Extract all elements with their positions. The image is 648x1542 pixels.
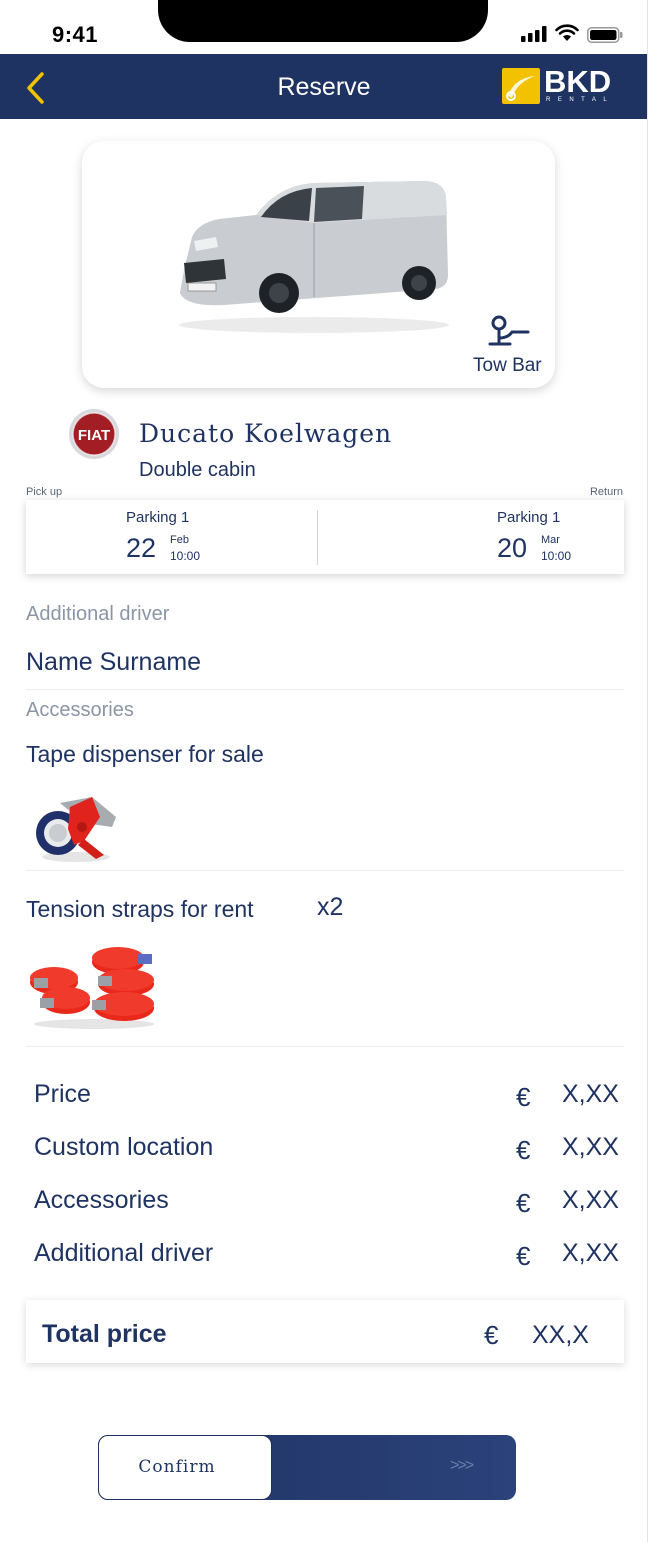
bkd-logo <box>502 68 540 104</box>
wifi-icon <box>555 24 579 41</box>
logo-swoosh-icon <box>506 76 535 101</box>
return-location: Parking 1 <box>497 509 561 526</box>
currency-symbol: € <box>516 1188 531 1218</box>
price-line-amount: X,XX <box>562 1133 619 1161</box>
tow-bar-label: Tow Bar <box>473 355 542 376</box>
additional-driver-label: Additional driver <box>26 603 170 625</box>
divider <box>26 689 624 690</box>
accessory-name: Tape dispenser for sale <box>26 741 264 767</box>
van-image <box>179 181 449 333</box>
return-time: 10:00 <box>541 549 572 563</box>
cellular-signal-icon <box>521 26 547 42</box>
pickup-day: 22 <box>126 533 157 563</box>
accessory-name: Tension straps for rent <box>26 896 254 922</box>
price-line-amount: X,XX <box>562 1239 619 1267</box>
currency-symbol: € <box>516 1241 531 1271</box>
status-time: 9:41 <box>52 22 99 47</box>
return-day: 20 <box>497 533 528 563</box>
fiat-badge-text: FIAT <box>78 427 110 444</box>
pickup-location: Parking 1 <box>126 509 190 526</box>
vehicle-name: Ducato Koelwagen <box>139 419 393 448</box>
pickup-label: Pick up <box>26 486 63 498</box>
price-line-amount: X,XX <box>562 1080 619 1108</box>
currency-symbol: € <box>516 1082 531 1112</box>
total-price-label: Total price <box>42 1320 167 1348</box>
tow-bar-icon <box>488 315 530 346</box>
divider <box>26 1046 624 1047</box>
date-divider <box>317 510 318 565</box>
return-month: Mar <box>541 534 560 546</box>
currency-symbol: € <box>484 1320 499 1350</box>
tension-straps-image <box>30 947 154 1029</box>
tape-dispenser-image <box>36 797 116 862</box>
accessories-label: Accessories <box>26 699 134 721</box>
total-price-amount: XX,X <box>532 1321 589 1349</box>
price-line-amount: X,XX <box>562 1186 619 1214</box>
price-line-label: Price <box>34 1080 91 1108</box>
price-line-label: Additional driver <box>34 1239 214 1267</box>
device-notch <box>158 0 488 42</box>
accessory-quantity: x2 <box>317 893 344 921</box>
price-line-label: Custom location <box>34 1133 214 1161</box>
divider <box>26 870 624 871</box>
return-label: Return <box>589 486 623 498</box>
pickup-time: 10:00 <box>170 549 201 563</box>
price-line-label: Accessories <box>34 1186 169 1214</box>
fiat-logo: FIAT <box>69 409 119 459</box>
logo-subtext: RENTAL <box>546 97 615 103</box>
battery-icon <box>587 27 623 43</box>
currency-symbol: € <box>516 1135 531 1165</box>
confirm-label: Confirm <box>138 1457 216 1477</box>
pickup-month: Feb <box>170 534 189 546</box>
vehicle-subtitle: Double cabin <box>139 459 256 481</box>
slide-arrows-icon: >>> <box>450 1457 474 1474</box>
additional-driver-name[interactable]: Name Surname <box>26 648 201 677</box>
logo-text: BKD <box>544 64 612 99</box>
